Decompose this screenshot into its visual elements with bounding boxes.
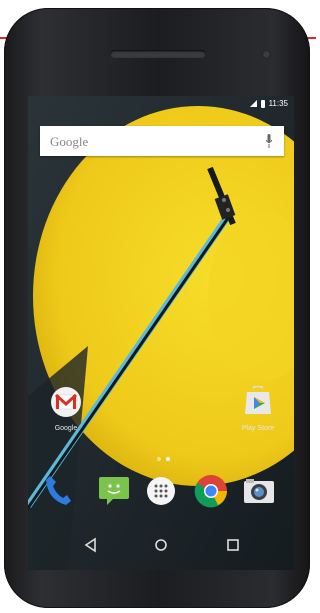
page-dot-active (166, 457, 170, 461)
status-time: 11:35 (268, 99, 288, 108)
back-icon[interactable] (80, 534, 102, 556)
earpiece-speaker (110, 50, 206, 58)
app-label: Google (54, 425, 78, 432)
front-camera (262, 50, 271, 59)
home-app-gmail[interactable]: Google (42, 386, 90, 432)
google-search-bar[interactable]: Google (40, 126, 284, 156)
signal-icon (249, 100, 257, 107)
mic-icon[interactable] (266, 134, 272, 148)
battery-icon (260, 99, 265, 108)
gmail-icon (51, 387, 81, 417)
status-bar: 11:35 (28, 96, 294, 112)
page-indicator (157, 457, 170, 461)
camera-icon[interactable] (242, 476, 276, 506)
chrome-icon[interactable] (194, 474, 228, 508)
navigation-bar (28, 522, 294, 570)
messenger-icon[interactable] (97, 474, 131, 506)
recents-icon[interactable] (222, 534, 244, 556)
page-dot (157, 457, 161, 461)
app-drawer-icon[interactable] (146, 476, 176, 506)
play-store-icon (245, 385, 271, 414)
home-icon[interactable] (150, 534, 172, 556)
home-app-play-store[interactable]: Play Store (234, 385, 282, 432)
phone-icon[interactable] (44, 474, 72, 506)
product-photo: 11:35 Google Google Play Store (0, 0, 316, 613)
search-brand: Google (50, 134, 89, 149)
phone-screen: 11:35 Google Google Play Store (28, 96, 294, 570)
app-label: Play Store (241, 425, 275, 432)
